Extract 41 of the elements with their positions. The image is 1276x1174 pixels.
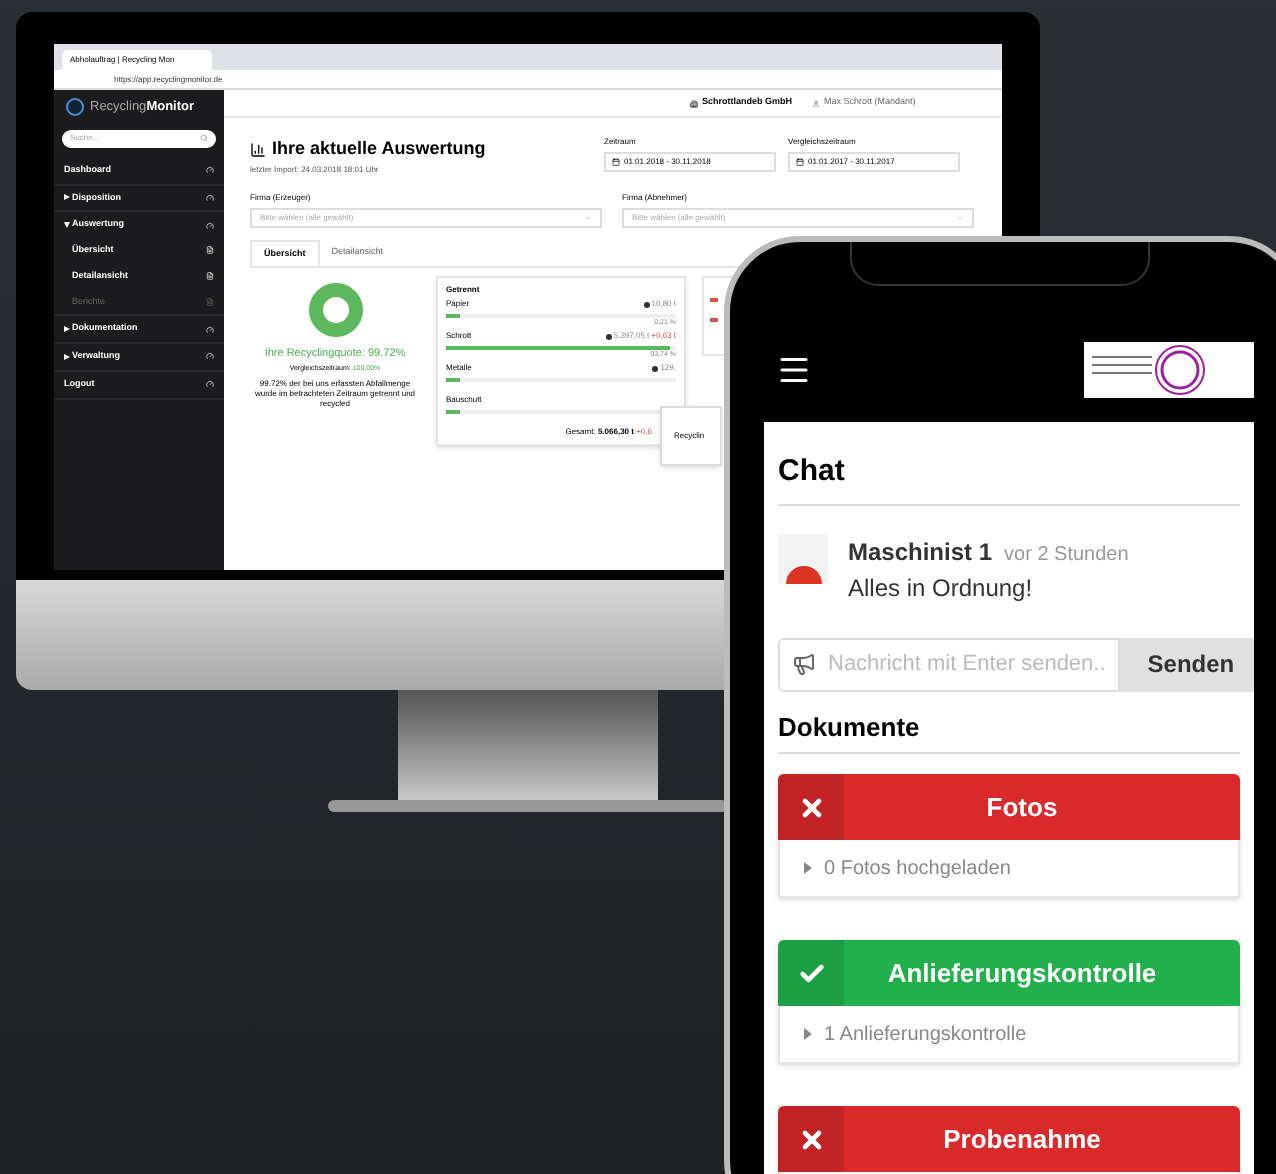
caret-icon: [64, 353, 70, 360]
menu-item-icon: [206, 380, 214, 389]
caret-icon: [64, 194, 70, 201]
megaphone-icon: [792, 652, 816, 676]
caret-icon: [64, 222, 70, 229]
menu-item-icon: [206, 221, 214, 230]
document-icon: [206, 272, 214, 281]
dot-icon: [643, 301, 650, 308]
calendar-icon: [612, 158, 620, 166]
close-icon: [797, 1125, 825, 1153]
check-icon: [797, 959, 825, 987]
close-icon: [797, 793, 825, 821]
user-icon: [812, 99, 821, 107]
dot-icon: [605, 333, 612, 340]
document-header[interactable]: Fotos: [778, 774, 1240, 840]
donut-chart: [307, 282, 363, 339]
menu-item-icon: [206, 193, 214, 202]
menu-item-icon: [206, 352, 214, 361]
building-icon: [690, 99, 698, 107]
calendar-icon: [796, 158, 804, 166]
menu-item-icon: [206, 166, 214, 175]
caret-icon: [804, 862, 812, 874]
document-icon: [206, 297, 214, 306]
logo-icon: [66, 98, 84, 117]
chart-icon: [250, 141, 266, 158]
document-icon: [206, 246, 214, 255]
menu-icon[interactable]: [776, 352, 812, 388]
section-title: Dokumente: [778, 707, 1240, 754]
avatar-icon: [778, 533, 828, 583]
page-title: Ihre aktuelle Auswertung: [272, 136, 486, 162]
menu-item-icon: [206, 325, 214, 334]
section-title: Chat: [778, 450, 1240, 505]
message-author: Maschinist 1: [848, 535, 993, 569]
send-button[interactable]: Senden: [1119, 637, 1254, 691]
message-text: Alles in Ordnung!: [848, 571, 1035, 605]
message-time: vor 2 Stunden: [1004, 541, 1129, 569]
search-icon: [200, 134, 208, 143]
dot-icon: [652, 365, 659, 372]
caret-icon: [64, 326, 70, 333]
caret-icon: [804, 1028, 812, 1040]
document-header[interactable]: Probenahme: [778, 1106, 1240, 1172]
